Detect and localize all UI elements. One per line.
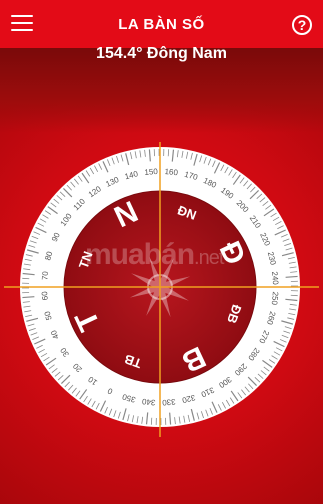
watermark-tld: .net (194, 247, 224, 269)
watermark-brand: muabán (85, 238, 195, 271)
degree-label: 250 (270, 291, 280, 306)
degree-label: 160 (164, 167, 179, 177)
degree-label: 330 (161, 397, 176, 407)
degree-label: 240 (270, 271, 280, 286)
degree-label: 60 (40, 291, 50, 301)
degree-label: 340 (141, 397, 156, 407)
watermark-logo: muabán.net (85, 238, 224, 272)
degree-label: 70 (40, 270, 50, 280)
degree-label: 150 (144, 167, 159, 177)
